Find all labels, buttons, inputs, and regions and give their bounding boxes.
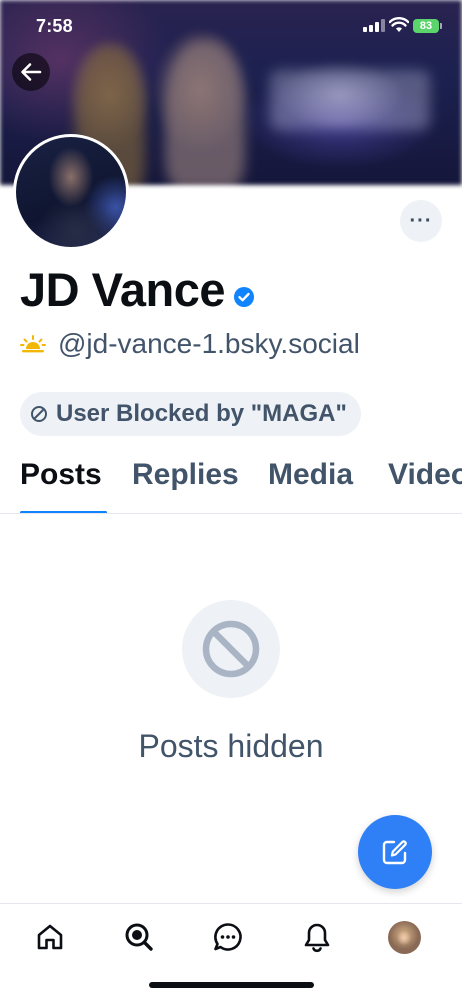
blocked-status-badge[interactable]: User Blocked by "MAGA" (20, 392, 361, 436)
home-indicator[interactable] (149, 982, 314, 988)
posts-hidden-text: Posts hidden (138, 728, 324, 764)
display-name: JD Vance (20, 263, 226, 316)
tab-videos[interactable]: Videos (388, 458, 462, 492)
cellular-signal-icon (363, 19, 385, 32)
nav-chat[interactable] (210, 919, 246, 955)
status-bar: 7:58 83 (0, 0, 462, 54)
ban-icon (202, 620, 260, 678)
sun-emoji-icon (20, 335, 46, 353)
tab-media[interactable]: Media (268, 458, 353, 492)
status-time: 7:58 (36, 16, 73, 36)
wifi-icon (389, 17, 409, 32)
back-button[interactable] (12, 53, 50, 91)
ellipsis-icon: ··· (409, 209, 433, 232)
battery-level: 83 (419, 20, 433, 32)
search-icon (125, 923, 153, 951)
blocked-status-label: User Blocked by "MAGA" (56, 400, 347, 427)
profile-handle-row: @jd-vance-1.bsky.social (20, 328, 360, 360)
profile-name-row: JD Vance (20, 262, 255, 317)
more-options-button[interactable]: ··· (400, 200, 442, 242)
verified-badge-icon[interactable] (233, 286, 255, 308)
tab-posts[interactable]: Posts (20, 458, 102, 492)
profile-handle[interactable]: @jd-vance-1.bsky.social (58, 328, 360, 360)
nav-home[interactable] (32, 919, 68, 955)
compose-icon (382, 840, 407, 865)
profile-avatar-image (16, 137, 126, 247)
posts-hidden-icon (182, 600, 280, 698)
bell-icon (304, 923, 330, 953)
arrow-left-icon (21, 63, 42, 81)
nav-profile-avatar[interactable] (388, 921, 421, 954)
chat-icon (214, 923, 242, 951)
battery-indicator: 83 (413, 19, 442, 33)
active-tab-indicator (20, 511, 107, 513)
profile-tabs: Posts Replies Media Videos (0, 452, 462, 514)
nav-notifications[interactable] (299, 919, 335, 955)
tab-replies[interactable]: Replies (132, 458, 239, 492)
profile-avatar[interactable] (13, 134, 129, 250)
ban-icon (31, 406, 47, 422)
compose-post-button[interactable] (358, 815, 432, 889)
home-icon (37, 924, 63, 950)
nav-search[interactable] (121, 919, 157, 955)
